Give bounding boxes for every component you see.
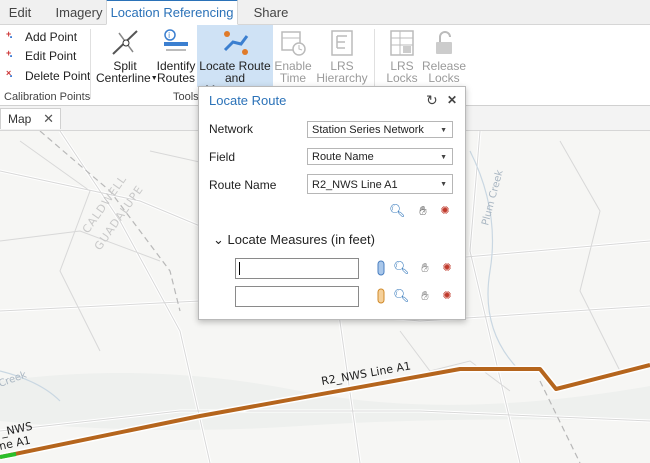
from-measure-input[interactable] — [235, 258, 359, 279]
chevron-down-icon: ⌄ — [213, 232, 224, 247]
route-name-label: Route Name — [209, 178, 277, 192]
map-place-label: Plum Creek — [480, 169, 505, 227]
split-centerline-icon — [109, 28, 141, 58]
lrs-locks-label-2: Locks — [386, 71, 418, 85]
network-dropdown[interactable]: Station Series Network ▼ — [307, 121, 453, 138]
delete-point-label: Delete Point — [25, 69, 91, 83]
refresh-icon[interactable]: ↻ — [426, 92, 438, 109]
add-point-label: Add Point — [25, 30, 78, 44]
to-measure-pin-icon[interactable] — [373, 288, 389, 304]
svg-text:i: i — [168, 31, 170, 40]
chevron-down-icon: ▼ — [440, 181, 447, 188]
locate-measures-section-header[interactable]: ⌄ Locate Measures (in feet) — [213, 232, 375, 248]
pan-hand-icon[interactable]: ✋︎ — [415, 203, 431, 219]
identify-routes-button[interactable]: i Identify Routes — [156, 25, 196, 87]
route-name-combobox[interactable]: R2_NWS Line A1 ▼ — [307, 174, 453, 194]
pan-hand-icon[interactable]: ✋︎ — [417, 288, 433, 304]
ribbon-tab-bar: Edit Imagery Location Referencing Share — [0, 0, 650, 25]
identify-routes-icon: i — [160, 28, 192, 58]
field-value: Route Name — [312, 151, 374, 163]
lrs-hierarchy-button[interactable]: LRS Hierarchy — [314, 25, 370, 87]
identify-routes-label-2: Routes — [156, 71, 196, 85]
flash-icon[interactable]: ✺ — [437, 203, 453, 219]
zoom-to-measure-icon[interactable]: 🔍︎ — [393, 260, 410, 276]
zoom-to-measure-icon[interactable]: 🔍︎ — [393, 288, 410, 304]
unlock-icon — [428, 28, 460, 58]
close-icon[interactable]: ✕ — [43, 109, 54, 129]
locate-route-panel: Locate Route ↻ ✕ Network Station Series … — [198, 86, 466, 320]
lrs-hierarchy-icon — [326, 28, 358, 58]
release-locks-label-2: Locks — [428, 71, 460, 85]
text-cursor — [239, 262, 240, 275]
network-value: Station Series Network — [312, 124, 424, 136]
pan-hand-icon[interactable]: ✋︎ — [417, 260, 433, 276]
lrs-locks-button[interactable]: LRS Locks — [382, 25, 422, 87]
ribbon-separator — [90, 29, 91, 99]
chevron-down-icon: ▼ — [440, 154, 447, 161]
release-locks-button[interactable]: Release Locks — [422, 25, 466, 87]
calibration-points-group-label: Calibration Points — [4, 91, 91, 103]
edit-point-icon: + · — [6, 48, 14, 63]
tab-share[interactable]: Share — [244, 0, 298, 24]
lrs-locks-icon — [386, 28, 418, 58]
delete-point-button[interactable]: × · Delete Point — [6, 67, 90, 85]
enable-time-icon — [277, 28, 309, 58]
delete-point-icon: × · — [6, 68, 14, 83]
locate-measures-label: Locate Measures (in feet) — [227, 232, 375, 247]
route-name-value: R2_NWS Line A1 — [312, 179, 398, 191]
network-label: Network — [209, 122, 254, 136]
locate-route-icon — [219, 28, 251, 58]
tab-imagery[interactable]: Imagery — [44, 0, 114, 24]
tools-group-label: Tools — [173, 91, 199, 103]
from-measure-pin-icon[interactable] — [373, 260, 389, 276]
split-centerline-button[interactable]: Split Centerline▼ — [96, 25, 158, 87]
panel-title: Locate Route — [209, 93, 287, 108]
tab-location-referencing[interactable]: Location Referencing — [106, 0, 238, 25]
enable-time-button[interactable]: Enable Time — [274, 25, 312, 87]
close-icon[interactable]: ✕ — [447, 93, 457, 107]
map-tab-label: Map — [8, 112, 32, 126]
enable-time-label-2: Time — [279, 71, 307, 85]
flash-icon[interactable]: ✺ — [439, 288, 455, 304]
edit-point-button[interactable]: + · Edit Point — [6, 47, 76, 65]
edit-point-label: Edit Point — [25, 49, 77, 63]
to-measure-input[interactable] — [235, 286, 359, 307]
field-label: Field — [209, 150, 236, 164]
tab-map[interactable]: Map ✕ — [0, 108, 61, 129]
field-dropdown[interactable]: Route Name ▼ — [307, 148, 453, 165]
lrs-hierarchy-label-2: Hierarchy — [316, 71, 368, 85]
locate-route-and-measures-button[interactable]: Locate Route and Measures▼ — [197, 25, 273, 96]
add-point-icon: + · — [6, 29, 14, 44]
chevron-down-icon: ▼ — [440, 127, 447, 134]
zoom-to-route-icon[interactable]: 🔍︎ — [389, 203, 406, 219]
add-point-button[interactable]: + · Add Point — [6, 28, 77, 46]
tab-edit[interactable]: Edit — [0, 0, 40, 24]
split-centerline-label-2: Centerline — [96, 71, 151, 85]
flash-icon[interactable]: ✺ — [439, 260, 455, 276]
